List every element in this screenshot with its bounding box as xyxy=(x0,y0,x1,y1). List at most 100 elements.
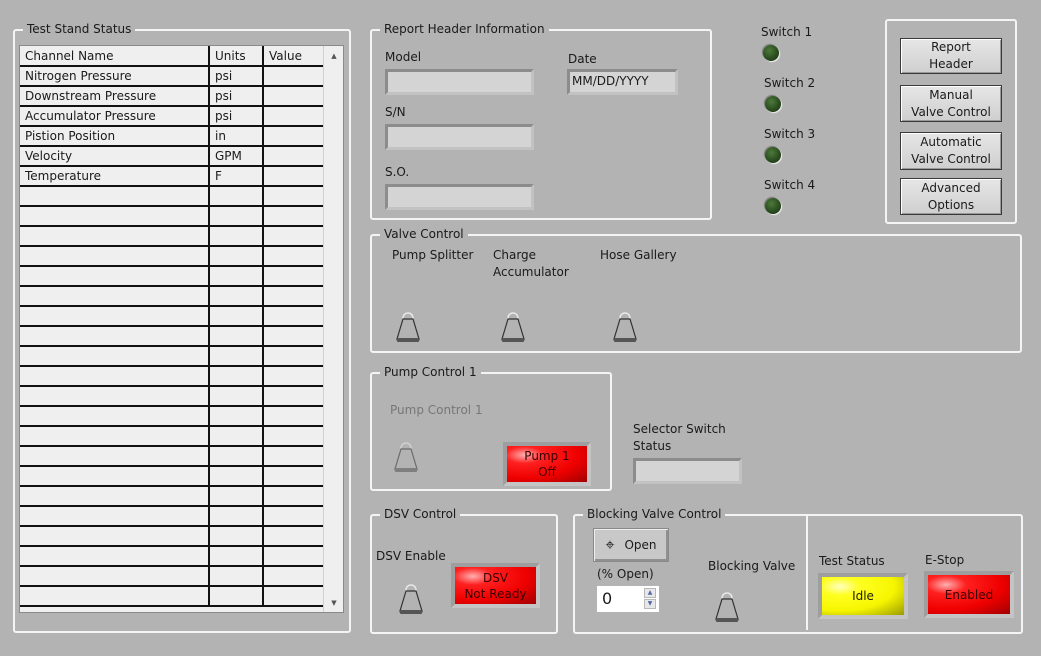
cell-channel-name[interactable] xyxy=(20,466,210,487)
cell-value[interactable] xyxy=(263,466,325,487)
table-row[interactable] xyxy=(20,386,325,407)
table-row[interactable] xyxy=(20,286,325,307)
cell-channel-name[interactable] xyxy=(20,226,210,247)
table-row[interactable] xyxy=(20,486,325,507)
cell-value[interactable] xyxy=(263,106,325,127)
cell-channel-name[interactable] xyxy=(20,386,210,407)
cell-units[interactable] xyxy=(209,366,264,387)
cell-value[interactable] xyxy=(263,446,325,467)
cell-channel-name[interactable] xyxy=(20,566,210,587)
column-header-channel-name[interactable]: Channel Name xyxy=(20,46,210,67)
cell-value[interactable] xyxy=(263,206,325,227)
cell-units[interactable]: in xyxy=(209,126,264,147)
table-scrollbar[interactable]: ▲ ▼ xyxy=(323,46,343,612)
cell-value[interactable] xyxy=(263,326,325,347)
cell-channel-name[interactable] xyxy=(20,546,210,567)
cell-value[interactable] xyxy=(263,266,325,287)
sn-field[interactable] xyxy=(385,124,534,150)
cell-units[interactable] xyxy=(209,226,264,247)
cell-units[interactable] xyxy=(209,346,264,367)
cell-value[interactable] xyxy=(263,226,325,247)
cell-channel-name[interactable] xyxy=(20,346,210,367)
scroll-up-icon[interactable]: ▲ xyxy=(324,49,343,63)
cell-channel-name[interactable] xyxy=(20,306,210,327)
cell-value[interactable] xyxy=(263,86,325,107)
table-row[interactable] xyxy=(20,226,325,247)
automatic-valve-control-button[interactable]: Automatic Valve Control xyxy=(900,132,1002,170)
channel-table[interactable]: Channel Name Units Value Nitrogen Pressu… xyxy=(19,45,344,613)
cell-channel-name[interactable] xyxy=(20,266,210,287)
table-row[interactable] xyxy=(20,446,325,467)
table-row[interactable]: Pistion Position in xyxy=(20,126,325,147)
cell-channel-name[interactable] xyxy=(20,506,210,527)
cell-channel-name[interactable]: Downstream Pressure xyxy=(20,86,210,107)
hose-gallery-toggle-icon[interactable] xyxy=(609,311,641,345)
cell-units[interactable]: psi xyxy=(209,106,264,127)
cell-channel-name[interactable] xyxy=(20,326,210,347)
cell-channel-name[interactable]: Accumulator Pressure xyxy=(20,106,210,127)
cell-units[interactable] xyxy=(209,186,264,207)
table-row[interactable] xyxy=(20,506,325,527)
table-row[interactable] xyxy=(20,366,325,387)
cell-units[interactable] xyxy=(209,466,264,487)
cell-value[interactable] xyxy=(263,546,325,567)
column-header-value[interactable]: Value xyxy=(263,46,325,67)
charge-accumulator-toggle-icon[interactable] xyxy=(497,311,529,345)
dsv-status-indicator[interactable]: DSV Not Ready xyxy=(451,563,540,608)
table-row[interactable] xyxy=(20,206,325,227)
cell-units[interactable]: psi xyxy=(209,86,264,107)
cell-value[interactable] xyxy=(263,386,325,407)
model-field[interactable] xyxy=(385,69,534,95)
cell-value[interactable] xyxy=(263,186,325,207)
cell-units[interactable] xyxy=(209,206,264,227)
cell-units[interactable] xyxy=(209,246,264,267)
table-row[interactable]: Velocity GPM xyxy=(20,146,325,167)
cell-channel-name[interactable] xyxy=(20,586,210,607)
cell-units[interactable] xyxy=(209,446,264,467)
table-row[interactable] xyxy=(20,546,325,567)
dsv-enable-toggle-icon[interactable] xyxy=(395,583,427,617)
cell-units[interactable] xyxy=(209,546,264,567)
cell-units[interactable] xyxy=(209,586,264,607)
advanced-options-button[interactable]: Advanced Options xyxy=(900,178,1002,215)
cell-channel-name[interactable] xyxy=(20,406,210,427)
decrement-arrow-icon[interactable]: ▼ xyxy=(644,599,656,609)
cell-value[interactable] xyxy=(263,526,325,547)
cell-value[interactable] xyxy=(263,166,325,187)
table-row[interactable] xyxy=(20,526,325,547)
table-row[interactable] xyxy=(20,266,325,287)
table-row[interactable] xyxy=(20,586,325,607)
cell-units[interactable] xyxy=(209,406,264,427)
cell-units[interactable] xyxy=(209,426,264,447)
cell-units[interactable] xyxy=(209,506,264,527)
pump-control-toggle-icon[interactable] xyxy=(390,441,422,475)
table-row[interactable]: Nitrogen Pressure psi xyxy=(20,66,325,87)
cell-channel-name[interactable] xyxy=(20,446,210,467)
cell-value[interactable] xyxy=(263,246,325,267)
cell-channel-name[interactable] xyxy=(20,246,210,267)
cell-channel-name[interactable]: Pistion Position xyxy=(20,126,210,147)
report-header-button[interactable]: Report Header xyxy=(900,38,1002,74)
cell-value[interactable] xyxy=(263,126,325,147)
cell-value[interactable] xyxy=(263,426,325,447)
cell-units[interactable]: psi xyxy=(209,66,264,87)
cell-value[interactable] xyxy=(263,346,325,367)
cell-channel-name[interactable]: Temperature xyxy=(20,166,210,187)
pump-splitter-toggle-icon[interactable] xyxy=(392,311,424,345)
cell-channel-name[interactable]: Velocity xyxy=(20,146,210,167)
cell-value[interactable] xyxy=(263,506,325,527)
cell-value[interactable] xyxy=(263,306,325,327)
cell-value[interactable] xyxy=(263,286,325,307)
scroll-down-icon[interactable]: ▼ xyxy=(324,596,343,610)
cell-units[interactable]: GPM xyxy=(209,146,264,167)
manual-valve-control-button[interactable]: Manual Valve Control xyxy=(900,85,1002,122)
table-row[interactable] xyxy=(20,566,325,587)
cell-value[interactable] xyxy=(263,146,325,167)
table-row[interactable]: Downstream Pressure psi xyxy=(20,86,325,107)
cell-units[interactable] xyxy=(209,326,264,347)
cell-channel-name[interactable] xyxy=(20,206,210,227)
cell-units[interactable] xyxy=(209,386,264,407)
date-field[interactable]: MM/DD/YYYY xyxy=(567,69,678,95)
cell-units[interactable] xyxy=(209,286,264,307)
cell-channel-name[interactable] xyxy=(20,486,210,507)
